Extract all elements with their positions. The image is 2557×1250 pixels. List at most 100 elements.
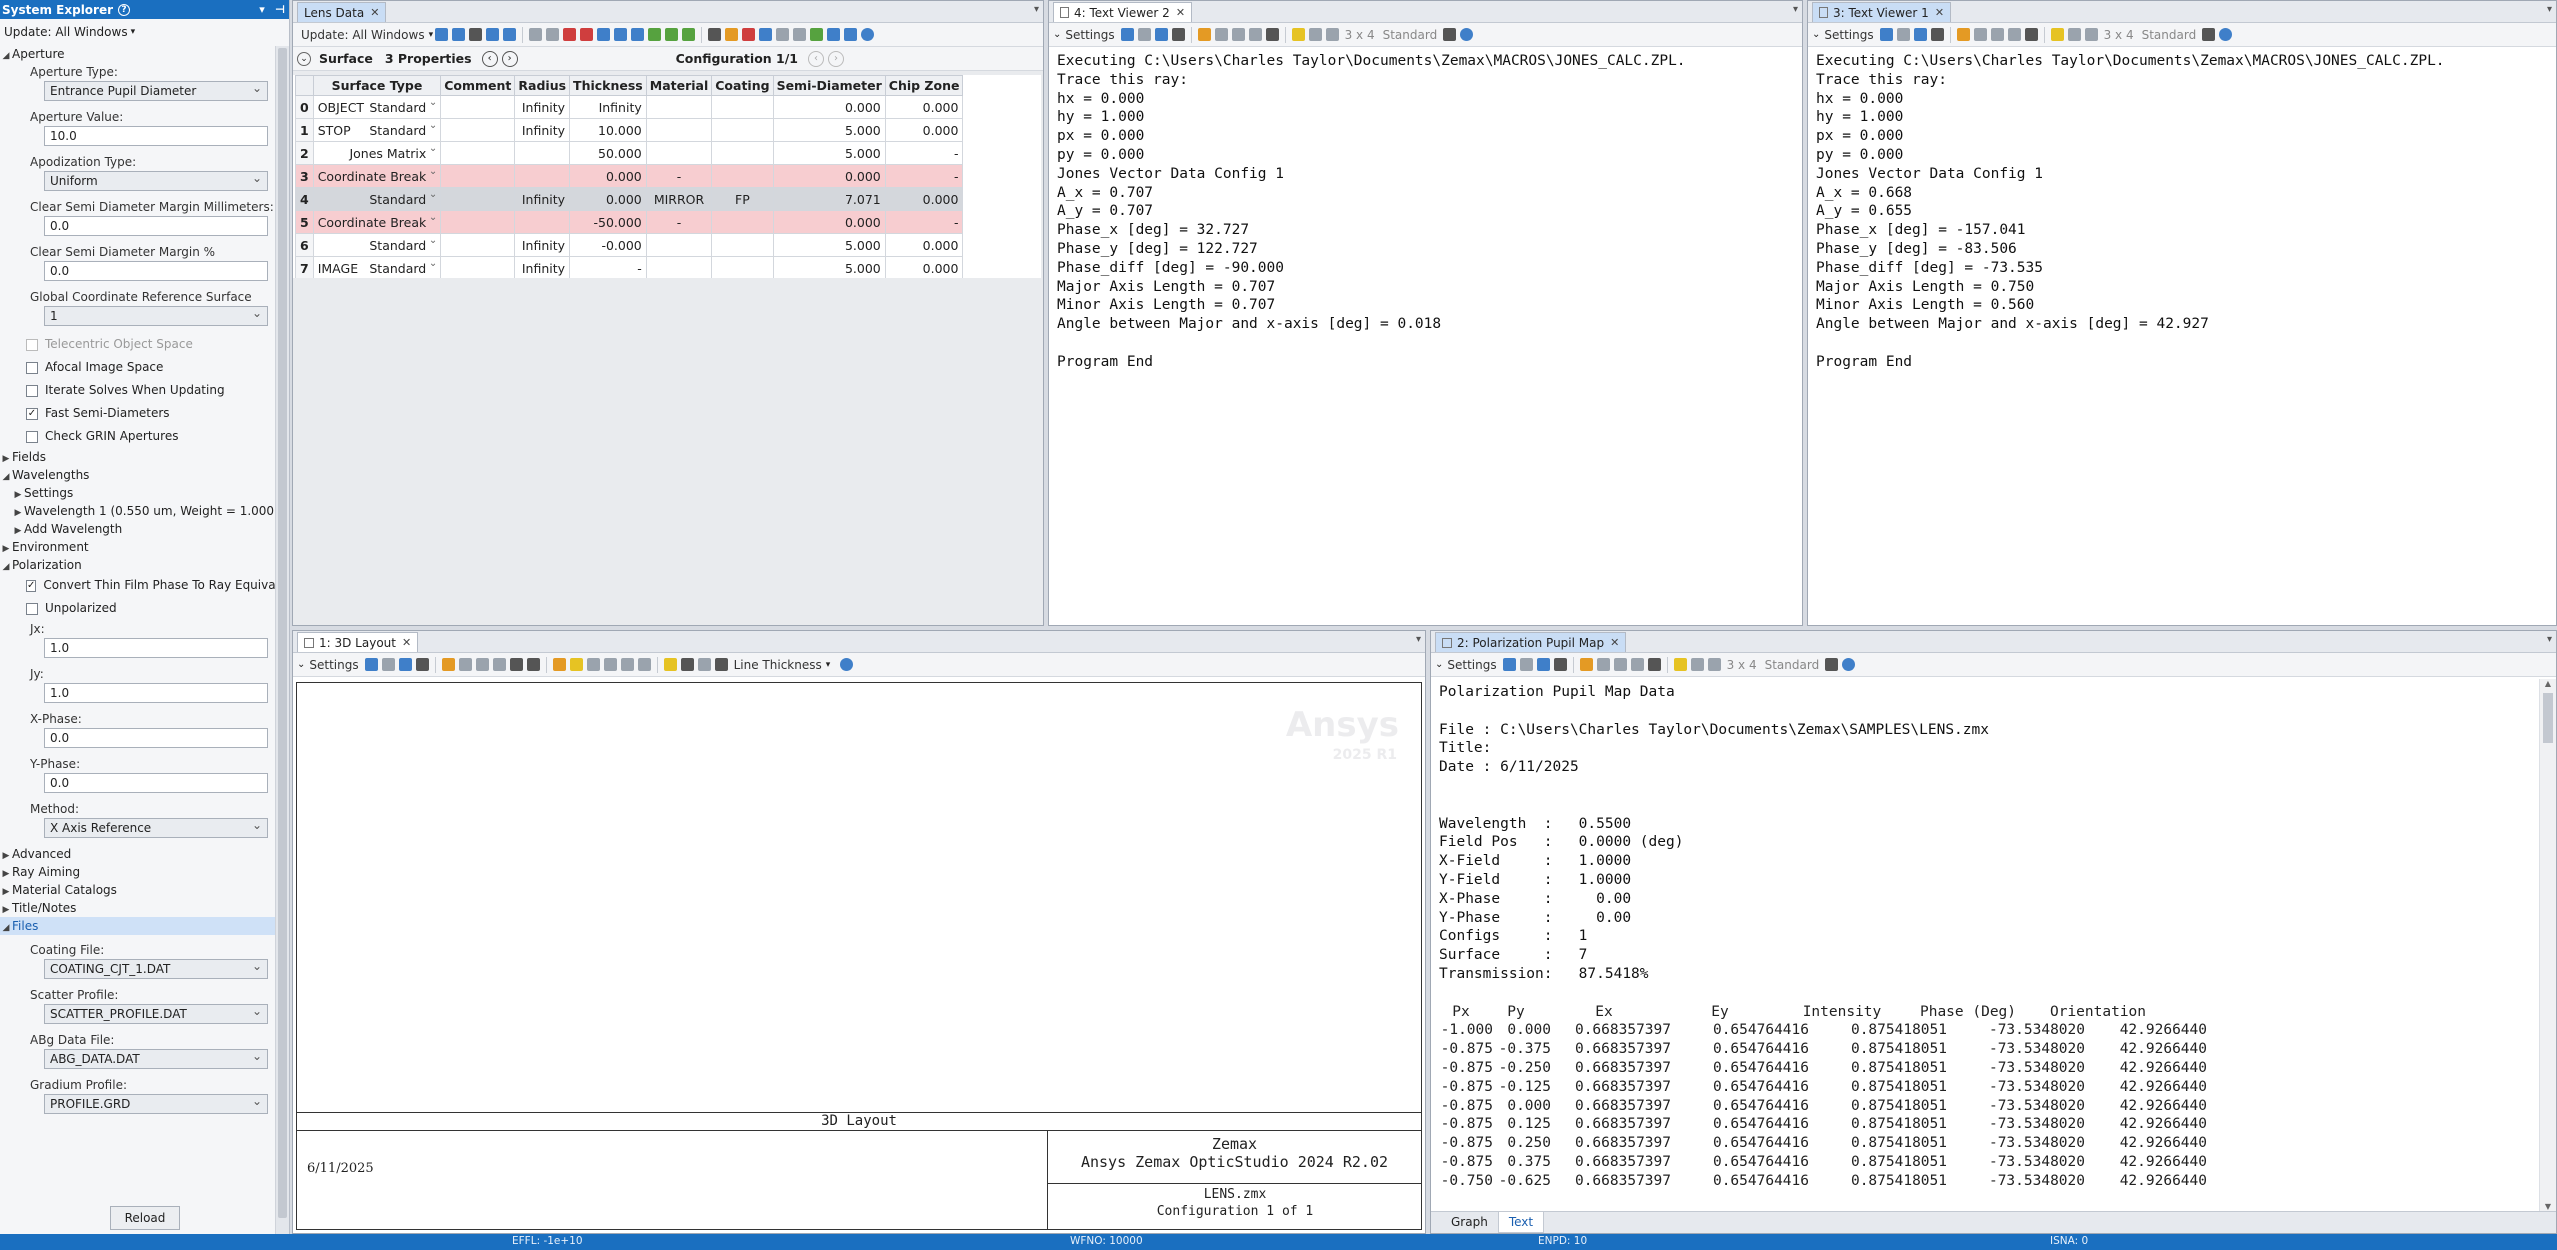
- comment-cell[interactable]: [440, 164, 516, 188]
- thickness-cell[interactable]: 50.000: [569, 141, 647, 165]
- thickness-cell[interactable]: -0.000: [569, 233, 647, 257]
- line-thickness-dropdown[interactable]: Line Thickness: [734, 658, 822, 672]
- tree-ray-aiming[interactable]: ▶ Ray Aiming: [0, 863, 289, 881]
- print-icon[interactable]: [1553, 658, 1567, 671]
- thickness-cell[interactable]: -: [569, 256, 647, 278]
- tree-wavelength-1[interactable]: ▶ Wavelength 1 (0.550 um, Weight = 1.000): [0, 502, 289, 520]
- text-tool-icon[interactable]: [1265, 28, 1279, 41]
- tab-polarization-map[interactable]: 2: Polarization Pupil Map ✕: [1435, 632, 1627, 652]
- lens-icon[interactable]: [665, 28, 679, 41]
- coating-file-select[interactable]: COATING_CJT_1.DAT: [44, 957, 268, 979]
- lens-update-dropdown[interactable]: Update: All Windows: [301, 28, 425, 42]
- scrollbar-thumb[interactable]: [2543, 693, 2553, 743]
- xphase-input[interactable]: 0.0: [44, 728, 268, 748]
- axis-icon[interactable]: [631, 28, 645, 41]
- column-header[interactable]: Semi-Diameter: [772, 75, 886, 96]
- column-header[interactable]: Material: [645, 75, 713, 96]
- next-config-icon[interactable]: ›: [828, 50, 844, 67]
- standard-dropdown[interactable]: Standard: [2142, 28, 2197, 42]
- dropdown-icon[interactable]: ▾: [1793, 4, 1798, 15]
- column-header[interactable]: Comment: [440, 75, 516, 96]
- variable-icon[interactable]: [759, 28, 773, 41]
- dash-icon[interactable]: [1248, 28, 1262, 41]
- thickness-cell[interactable]: 10.000: [569, 118, 647, 142]
- surface-type-cell[interactable]: OBJECT Standard: [312, 95, 442, 119]
- comment-cell[interactable]: [440, 141, 516, 165]
- refresh-icon[interactable]: [1120, 28, 1134, 41]
- help-icon[interactable]: [861, 28, 875, 41]
- yphase-input[interactable]: 0.0: [44, 773, 268, 793]
- radius-cell[interactable]: [514, 141, 571, 165]
- update-icon[interactable]: [452, 28, 466, 41]
- scrollbar-thumb[interactable]: [278, 48, 287, 1218]
- copy-icon[interactable]: [381, 658, 395, 671]
- prev-config-icon[interactable]: ‹: [808, 50, 824, 67]
- dropdown-icon[interactable]: ▾: [2547, 634, 2552, 645]
- table-row[interactable]: 6 Standard Infinity-0.000 5.0000.000: [295, 233, 964, 257]
- refresh-icon[interactable]: [435, 28, 449, 41]
- tab-text[interactable]: Text: [1497, 1212, 1545, 1233]
- comment-cell[interactable]: [440, 210, 516, 234]
- table-row[interactable]: 5Coordinate Break-50.000-0.000-: [295, 210, 964, 234]
- standard-dropdown[interactable]: Standard: [1383, 28, 1438, 42]
- help-icon[interactable]: [840, 658, 854, 671]
- material-cell[interactable]: [645, 141, 713, 165]
- pencil-icon[interactable]: [1956, 28, 1970, 41]
- dash-icon[interactable]: [492, 658, 506, 671]
- catalog-icon[interactable]: [682, 28, 696, 41]
- abg-file-select[interactable]: ABG_DATA.DAT: [44, 1047, 268, 1069]
- expand-circle-icon[interactable]: ⌄: [297, 51, 311, 66]
- scale-icon[interactable]: [614, 28, 628, 41]
- afocal-checkbox[interactable]: Afocal Image Space: [0, 356, 289, 379]
- comment-cell[interactable]: [440, 95, 516, 119]
- camera-icon[interactable]: [637, 658, 651, 671]
- chip-zone-cell[interactable]: -: [884, 141, 964, 165]
- clone-icon[interactable]: [1690, 658, 1704, 671]
- pickup-icon[interactable]: [742, 28, 756, 41]
- help-icon[interactable]: [1842, 658, 1856, 671]
- aperture-value-input[interactable]: 10.0: [44, 126, 268, 146]
- crosshair-icon[interactable]: [469, 28, 483, 41]
- chip-zone-cell[interactable]: 0.000: [884, 95, 964, 119]
- dropdown-icon[interactable]: ▾: [253, 3, 271, 16]
- axes-icon[interactable]: [569, 658, 583, 671]
- lock-icon[interactable]: [2050, 28, 2064, 41]
- dropdown-icon[interactable]: ▾: [1034, 4, 1039, 15]
- tree-polarization[interactable]: ◢ Polarization: [0, 556, 289, 574]
- dropdown-icon[interactable]: ▾: [2547, 4, 2552, 15]
- pan-icon[interactable]: [603, 658, 617, 671]
- thickness-cell[interactable]: 0.000: [569, 187, 647, 211]
- tree-aperture[interactable]: ◢ Aperture: [0, 45, 289, 63]
- tree-wavelengths[interactable]: ◢ Wavelengths: [0, 466, 289, 484]
- dropdown-icon[interactable]: ▾: [1416, 634, 1421, 645]
- semi-diameter-cell[interactable]: 7.071: [772, 187, 886, 211]
- save-icon[interactable]: [1913, 28, 1927, 41]
- clone-icon[interactable]: [1308, 28, 1322, 41]
- gcrs-select[interactable]: 1: [44, 304, 268, 326]
- radius-cell[interactable]: Infinity: [514, 233, 571, 257]
- semi-diameter-cell[interactable]: 0.000: [772, 95, 886, 119]
- thickness-cell[interactable]: Infinity: [569, 95, 647, 119]
- window-icon[interactable]: [1443, 28, 1457, 41]
- save-icon[interactable]: [1536, 658, 1550, 671]
- thickness-cell[interactable]: -50.000: [569, 210, 647, 234]
- comment-cell[interactable]: [440, 233, 516, 257]
- toggle-icon[interactable]: [776, 28, 790, 41]
- zoom-region-icon[interactable]: [586, 658, 600, 671]
- refresh-icon[interactable]: [1879, 28, 1893, 41]
- comment-cell[interactable]: [440, 187, 516, 211]
- make-focal-icon[interactable]: [648, 28, 662, 41]
- close-icon[interactable]: ✕: [1935, 6, 1944, 19]
- chip-zone-cell[interactable]: 0.000: [884, 187, 964, 211]
- help-icon[interactable]: [1460, 28, 1474, 41]
- reverse-icon[interactable]: [563, 28, 577, 41]
- settings-button[interactable]: Settings: [1447, 658, 1496, 672]
- chip-zone-cell[interactable]: 0.000: [884, 256, 964, 278]
- grid-dropdown[interactable]: 3 x 4: [1727, 658, 1757, 672]
- layout-icon[interactable]: [2084, 28, 2098, 41]
- save-icon[interactable]: [1154, 28, 1168, 41]
- coating-cell[interactable]: [711, 233, 774, 257]
- rectangle-icon[interactable]: [1596, 658, 1610, 671]
- coating-cell[interactable]: FP: [711, 187, 774, 211]
- grin-checkbox[interactable]: Check GRIN Apertures: [0, 425, 289, 448]
